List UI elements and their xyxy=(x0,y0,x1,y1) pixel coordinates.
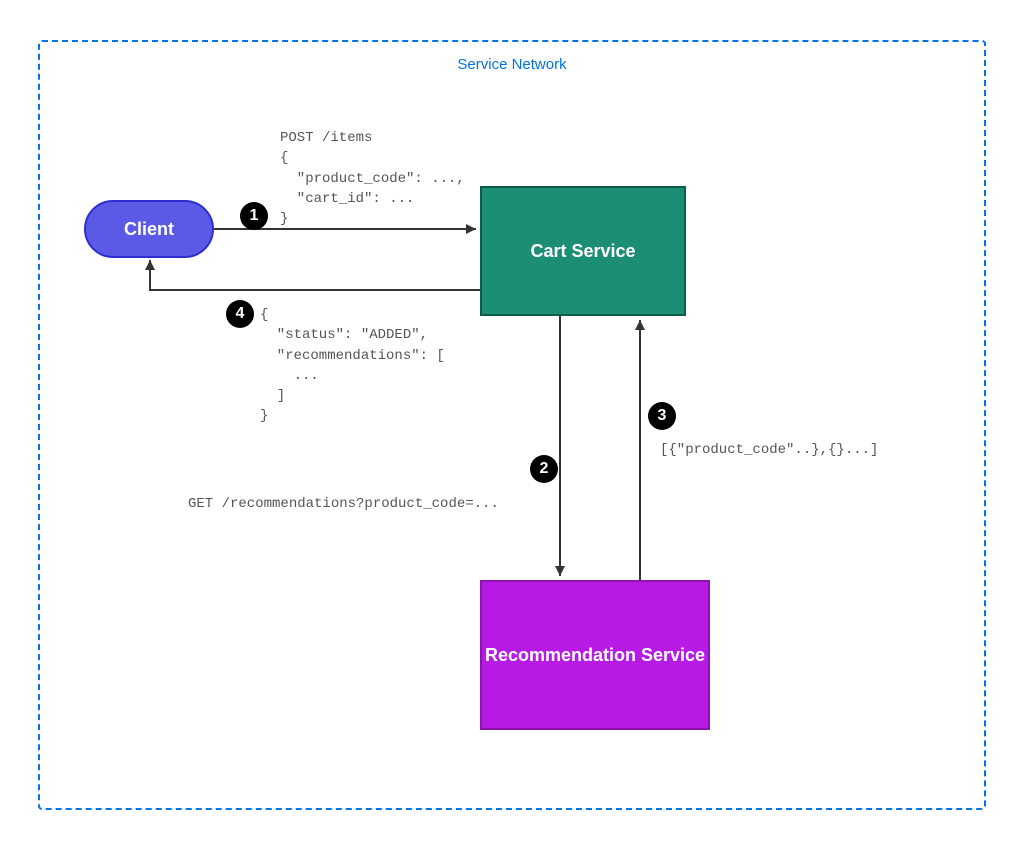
step-2-num: 2 xyxy=(540,460,549,478)
network-title: Service Network xyxy=(40,56,984,73)
client-node: Client xyxy=(84,200,214,258)
cart-service-node: Cart Service xyxy=(480,186,686,316)
step-badge-2: 2 xyxy=(530,455,558,483)
step-4-payload: { "status": "ADDED", "recommendations": … xyxy=(260,305,445,427)
step-4-num: 4 xyxy=(236,305,245,323)
step-badge-3: 3 xyxy=(648,402,676,430)
reco-label: Recommendation Service xyxy=(485,643,705,667)
step-3-num: 3 xyxy=(658,407,667,425)
client-label: Client xyxy=(124,219,174,240)
recommendation-service-node: Recommendation Service xyxy=(480,580,710,730)
step-3-payload: [{"product_code"..},{}...] xyxy=(660,440,878,460)
step-badge-1: 1 xyxy=(240,202,268,230)
step-2-payload: GET /recommendations?product_code=... xyxy=(188,494,499,514)
step-badge-4: 4 xyxy=(226,300,254,328)
diagram-canvas: Service Network Client Cart Service Reco… xyxy=(0,0,1024,847)
step-1-num: 1 xyxy=(250,207,259,225)
cart-label: Cart Service xyxy=(530,239,635,263)
step-1-payload: POST /items { "product_code": ..., "cart… xyxy=(280,128,465,229)
